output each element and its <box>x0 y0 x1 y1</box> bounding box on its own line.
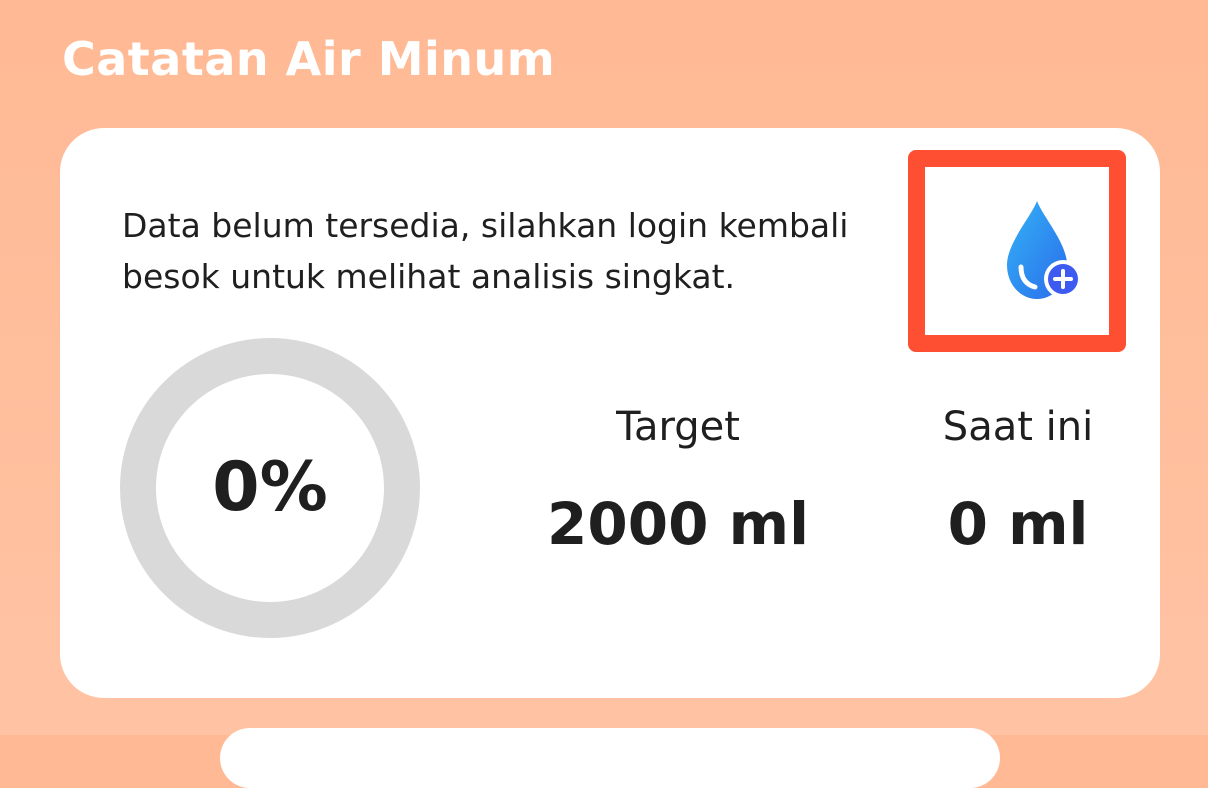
current-label: Saat ini <box>942 404 1094 450</box>
page-title: Catatan Air Minum <box>62 32 556 86</box>
current-stat: Saat ini 0 ml <box>878 404 1158 558</box>
target-value: 2000 ml <box>547 490 809 558</box>
progress-percent: 0% <box>212 448 328 527</box>
water-log-card: Data belum tersedia, silahkan login kemb… <box>60 128 1160 698</box>
progress-ring: 0% <box>120 338 420 638</box>
next-card <box>220 728 1000 788</box>
current-value: 0 ml <box>947 490 1089 558</box>
add-water-button[interactable] <box>908 150 1126 352</box>
target-stat: Target 2000 ml <box>528 404 828 558</box>
water-drop-plus-icon <box>997 193 1097 313</box>
target-label: Target <box>616 404 740 450</box>
no-data-message: Data belum tersedia, silahkan login kemb… <box>122 206 849 296</box>
